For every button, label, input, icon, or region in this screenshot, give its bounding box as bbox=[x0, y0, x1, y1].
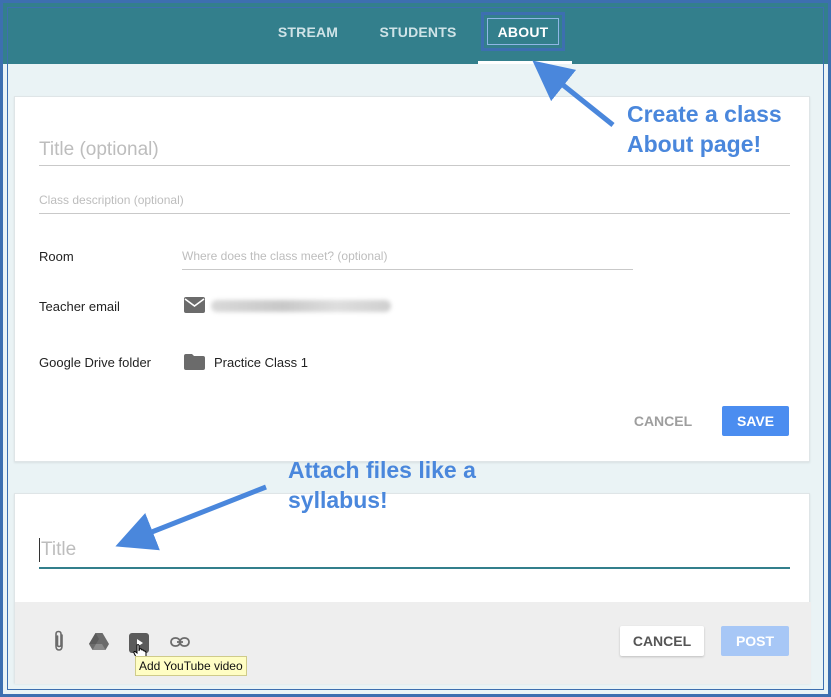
paperclip-icon[interactable] bbox=[52, 630, 66, 657]
link-icon[interactable] bbox=[170, 635, 190, 653]
resource-cancel-button[interactable]: CANCEL bbox=[620, 626, 704, 656]
drive-folder-link[interactable]: Practice Class 1 bbox=[214, 355, 308, 370]
room-label: Room bbox=[39, 249, 74, 264]
resource-title-placeholder: Title bbox=[41, 539, 77, 560]
top-nav-bar: STREAM STUDENTS ABOUT bbox=[0, 0, 831, 64]
attach-files-annotation: Attach files like a syllabus! bbox=[288, 457, 476, 513]
about-cancel-button[interactable]: CANCEL bbox=[629, 407, 697, 435]
resource-post-button[interactable]: POST bbox=[721, 626, 789, 656]
about-save-button[interactable]: SAVE bbox=[722, 406, 789, 436]
tab-about[interactable]: ABOUT bbox=[481, 12, 565, 51]
about-page-annotation: Create a class About page! bbox=[627, 101, 782, 157]
drive-folder-label: Google Drive folder bbox=[39, 355, 151, 370]
mail-icon bbox=[184, 297, 205, 318]
teacher-email-label: Teacher email bbox=[39, 299, 120, 314]
active-tab-indicator bbox=[478, 61, 572, 64]
folder-icon bbox=[184, 354, 205, 375]
google-drive-icon[interactable] bbox=[89, 633, 109, 655]
teacher-email-value bbox=[211, 300, 391, 312]
tab-stream[interactable]: STREAM bbox=[270, 0, 346, 64]
class-description-input[interactable]: Class description (optional) bbox=[39, 193, 790, 214]
resource-title-input[interactable]: Title bbox=[39, 536, 790, 569]
text-cursor bbox=[39, 538, 40, 562]
room-input[interactable]: Where does the class meet? (optional) bbox=[182, 249, 633, 270]
resource-card: Title CANCEL POST bbox=[14, 493, 811, 684]
tab-students[interactable]: STUDENTS bbox=[373, 0, 463, 64]
youtube-tooltip: Add YouTube video bbox=[135, 656, 247, 676]
